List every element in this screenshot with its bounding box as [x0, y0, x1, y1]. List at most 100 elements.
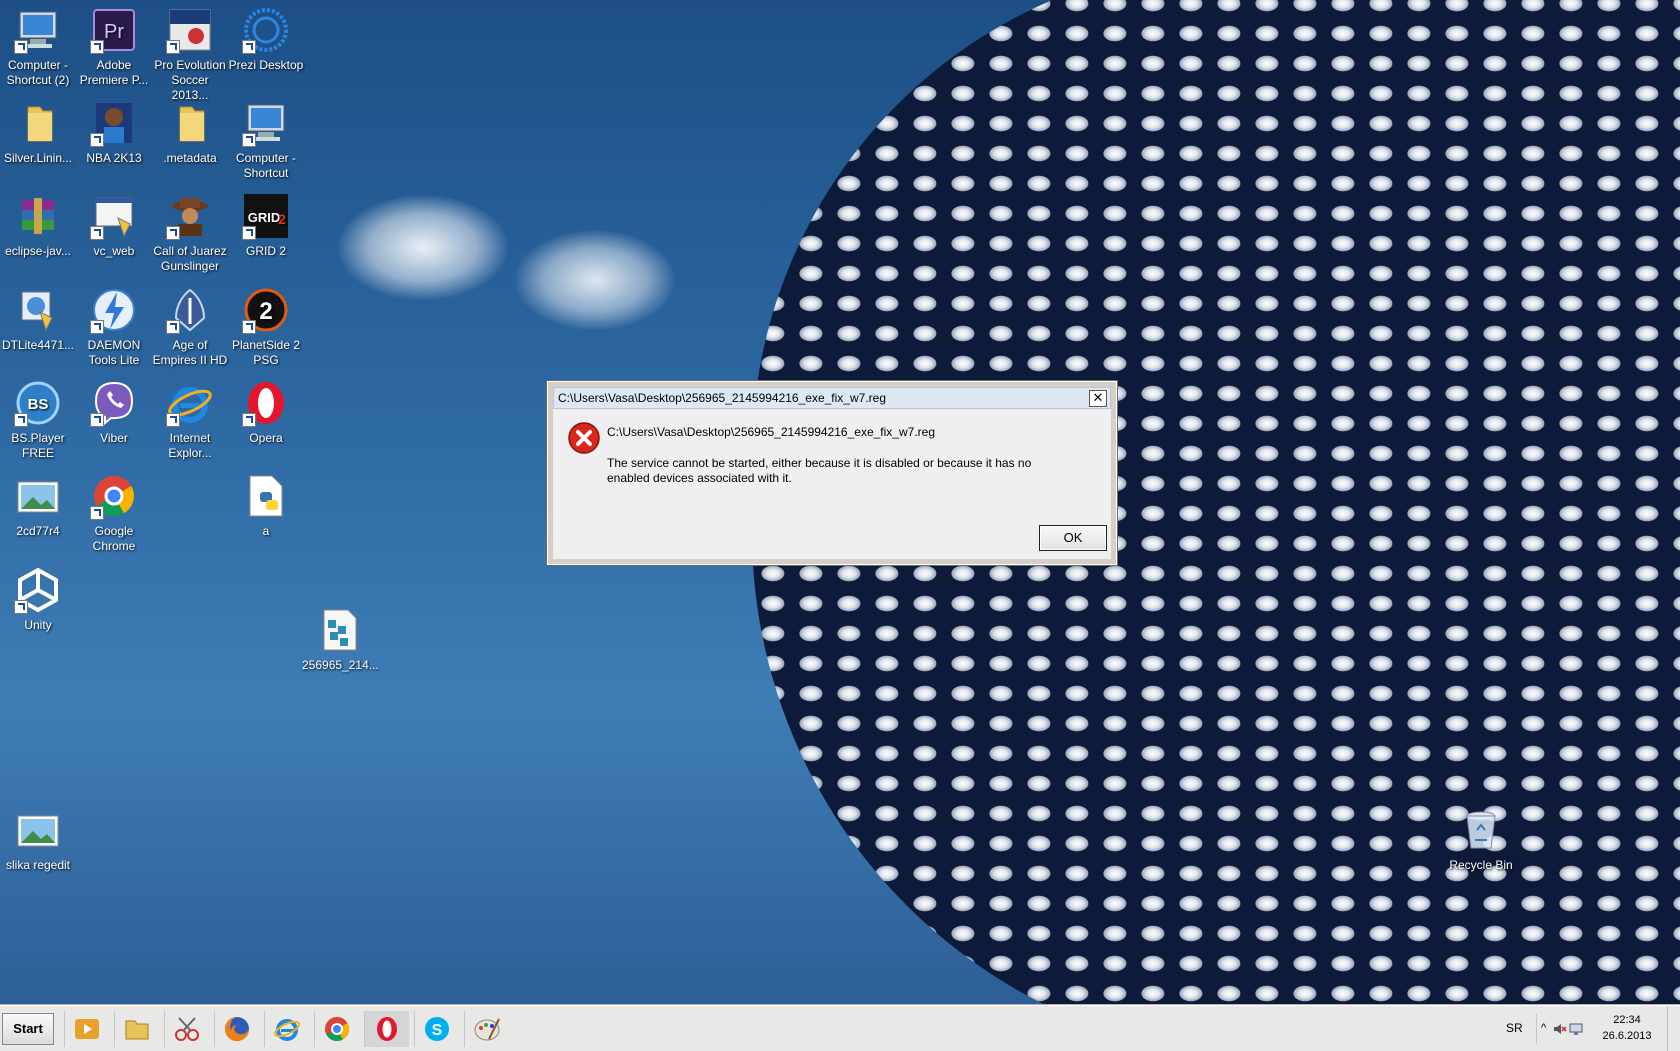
desktop-icon-a[interactable]: a	[228, 466, 304, 539]
opera-icon	[242, 379, 290, 427]
show-hidden-icons-icon[interactable]: ^	[1541, 1022, 1546, 1034]
taskbar-explorer[interactable]	[114, 1011, 159, 1047]
close-icon: ✕	[1092, 390, 1104, 405]
registry-file-icon	[316, 606, 364, 654]
desktop-icon-daemon-tools[interactable]: DAEMON Tools Lite	[76, 280, 152, 368]
svg-text:GRID: GRID	[248, 210, 281, 225]
opera-icon	[377, 1017, 397, 1041]
recycle-bin-icon	[1457, 806, 1505, 854]
installer-icon	[14, 286, 62, 334]
taskbar: Start S SR ^ 22:34 26.6.2013	[0, 1005, 1680, 1051]
desktop-icon-grid-2[interactable]: GRID 2 GRID 2	[228, 186, 304, 259]
prezi-icon	[242, 6, 290, 54]
desktop-icon-pes-2013[interactable]: Pro Evolution Soccer 2013...	[152, 0, 228, 103]
desktop-icon-computer-shortcut[interactable]: Computer - Shortcut	[228, 93, 304, 181]
desktop-icon-bsplayer[interactable]: BS BS.Player FREE	[0, 373, 76, 461]
svg-text:S: S	[432, 1022, 443, 1039]
daemon-icon	[90, 286, 138, 334]
dialog-titlebar[interactable]: C:\Users\Vasa\Desktop\256965_2145994216_…	[553, 387, 1111, 409]
volume-muted-icon[interactable]	[1553, 1022, 1567, 1036]
desktop-icon-eclipse[interactable]: eclipse-jav...	[0, 186, 76, 259]
python-file-icon	[242, 472, 290, 520]
premiere-icon: Pr	[90, 6, 138, 54]
start-button[interactable]: Start	[2, 1013, 54, 1045]
computer-icon	[14, 6, 62, 54]
network-icon[interactable]	[1569, 1022, 1583, 1036]
desktop-icon-dtlite[interactable]: DTLite4471...	[0, 280, 76, 353]
image-icon	[14, 806, 62, 854]
taskbar-internet-explorer[interactable]	[264, 1011, 309, 1047]
firefox-icon	[225, 1017, 249, 1041]
nba-icon	[90, 99, 138, 147]
clock-date: 26.6.2013	[1602, 1030, 1652, 1042]
explorer-icon	[125, 1020, 149, 1040]
svg-text:2: 2	[278, 211, 286, 227]
svg-text:BS: BS	[28, 396, 49, 413]
dialog-title: C:\Users\Vasa\Desktop\256965_2145994216_…	[558, 391, 886, 405]
desktop-icon-registry-file[interactable]: 256965_214...	[302, 600, 379, 673]
error-dialog: C:\Users\Vasa\Desktop\256965_2145994216_…	[546, 380, 1118, 566]
installer-icon	[90, 192, 138, 240]
language-indicator[interactable]: SR	[1506, 1021, 1523, 1035]
desktop-icon-planetside-2[interactable]: 2 PlanetSide 2 PSG	[228, 280, 304, 368]
desktop-icon-unity[interactable]: Unity	[0, 560, 76, 633]
desktop-icon-vc-web[interactable]: vc_web	[76, 186, 152, 259]
clock[interactable]: 22:34 26.6.2013	[1592, 1012, 1662, 1044]
chrome-icon	[325, 1017, 350, 1042]
desktop-icon-opera[interactable]: Opera	[228, 373, 304, 446]
folder-icon	[166, 99, 214, 147]
ie-icon	[274, 1019, 300, 1041]
computer-icon	[242, 99, 290, 147]
taskbar-media-player[interactable]	[64, 1011, 109, 1047]
desktop-icon-google-chrome[interactable]: Google Chrome	[76, 466, 152, 554]
grid-icon: GRID 2	[242, 192, 290, 240]
image-icon	[14, 472, 62, 520]
taskbar-snipping-tool[interactable]	[164, 1011, 209, 1047]
chrome-icon	[90, 472, 138, 520]
wallpaper-cloud	[338, 195, 508, 300]
dialog-message: The service cannot be started, either be…	[607, 456, 1032, 485]
media-player-icon	[75, 1019, 99, 1039]
viber-icon	[90, 379, 138, 427]
desktop-icon-silver-linings[interactable]: Silver.Linin...	[0, 93, 76, 166]
ok-button[interactable]: OK	[1039, 525, 1107, 551]
desktop-icon-viber[interactable]: Viber	[76, 373, 152, 446]
desktop-icon-internet-explorer[interactable]: Internet Explor...	[152, 373, 228, 461]
folder-icon	[14, 99, 62, 147]
svg-text:Pr: Pr	[104, 21, 124, 43]
aoe-icon	[166, 286, 214, 334]
desktop-icon-age-of-empires[interactable]: Age of Empires II HD	[152, 280, 228, 368]
desktop-icon-adobe-premiere[interactable]: Pr Adobe Premiere P...	[76, 0, 152, 88]
desktop-icon-metadata[interactable]: .metadata	[152, 93, 228, 166]
desktop-icon-prezi[interactable]: Prezi Desktop	[228, 0, 304, 73]
dialog-file-path: C:\Users\Vasa\Desktop\256965_2145994216_…	[607, 425, 935, 439]
game-icon	[166, 192, 214, 240]
clock-time: 22:34	[1613, 1014, 1641, 1026]
unity-icon	[14, 566, 62, 614]
skype-icon: S	[425, 1017, 449, 1041]
desktop-icon-nba-2k13[interactable]: NBA 2K13	[76, 93, 152, 166]
dialog-body: C:\Users\Vasa\Desktop\256965_2145994216_…	[553, 409, 1111, 559]
close-button[interactable]: ✕	[1089, 390, 1107, 407]
winrar-icon	[14, 192, 62, 240]
notification-area: ^	[1536, 1014, 1585, 1044]
desktop-icon-slika-regedit[interactable]: slika regedit	[0, 800, 76, 873]
desktop-icon-computer-shortcut-2[interactable]: Computer - Shortcut (2)	[0, 0, 76, 88]
error-icon	[568, 422, 600, 454]
pes-icon	[166, 6, 214, 54]
desktop-icon-call-of-juarez[interactable]: Call of Juarez Gunslinger	[152, 186, 228, 274]
taskbar-paint[interactable]	[464, 1011, 509, 1047]
ie-icon	[166, 379, 214, 427]
wallpaper-cloud	[515, 230, 675, 330]
taskbar-firefox[interactable]	[214, 1011, 259, 1047]
snipping-tool-icon	[175, 1017, 199, 1041]
planetside-icon: 2	[242, 286, 290, 334]
taskbar-chrome[interactable]	[314, 1011, 359, 1047]
bsplayer-icon: BS	[14, 379, 62, 427]
desktop-icon-recycle-bin[interactable]: Recycle Bin	[1443, 800, 1519, 873]
taskbar-skype[interactable]: S	[414, 1011, 459, 1047]
show-desktop-button[interactable]	[1667, 1006, 1680, 1051]
taskbar-opera[interactable]	[364, 1011, 409, 1047]
desktop: Computer - Shortcut (2) Silver.Linin... …	[0, 0, 1680, 1005]
desktop-icon-2cd77r4[interactable]: 2cd77r4	[0, 466, 76, 539]
